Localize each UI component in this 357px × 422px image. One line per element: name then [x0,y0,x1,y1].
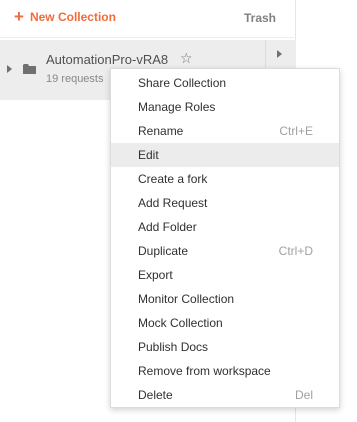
menu-item-label: Delete [138,388,173,402]
menu-item-remove-from-workspace[interactable]: Remove from workspace [111,359,339,383]
menu-item-publish-docs[interactable]: Publish Docs [111,335,339,359]
menu-item-shortcut: Del [294,388,313,402]
new-collection-button[interactable]: + New Collection [14,7,116,26]
menu-item-rename[interactable]: Rename Ctrl+E [111,119,339,143]
menu-item-label: Create a fork [138,172,208,186]
collection-request-count: 19 requests [46,73,104,85]
menu-item-label: Publish Docs [138,340,209,354]
collection-context-menu: Share Collection Manage Roles Rename Ctr… [110,68,340,408]
menu-item-label: Export [138,268,173,282]
menu-item-delete[interactable]: Delete Del [111,383,339,407]
menu-item-label: Remove from workspace [138,364,271,378]
menu-item-edit[interactable]: Edit [111,143,339,167]
menu-item-label: Add Request [138,196,208,210]
sidebar-toolbar: + New Collection Trash [0,0,296,38]
caret-right-icon[interactable] [7,65,12,73]
menu-item-label: Rename [138,124,184,138]
menu-item-label: Add Folder [138,220,197,234]
menu-item-monitor-collection[interactable]: Monitor Collection [111,287,339,311]
star-icon[interactable]: ☆ [180,50,193,67]
menu-item-label: Monitor Collection [138,292,235,306]
menu-item-label: Duplicate [138,244,189,258]
new-collection-label: New Collection [29,10,116,24]
menu-item-share-collection[interactable]: Share Collection [111,71,339,95]
menu-item-mock-collection[interactable]: Mock Collection [111,311,339,335]
chevron-right-icon[interactable] [277,50,282,58]
menu-item-duplicate[interactable]: Duplicate Ctrl+D [111,239,339,263]
menu-item-export[interactable]: Export [111,263,339,287]
menu-item-shortcut: Ctrl+E [279,124,313,138]
menu-item-add-request[interactable]: Add Request [111,191,339,215]
plus-icon: + [14,7,24,26]
menu-item-label: Mock Collection [138,316,223,330]
collection-name[interactable]: AutomationPro-vRA8 [46,52,168,67]
folder-icon [23,64,36,74]
menu-item-create-fork[interactable]: Create a fork [111,167,339,191]
menu-item-label: Edit [138,148,159,162]
menu-item-add-folder[interactable]: Add Folder [111,215,339,239]
menu-item-label: Share Collection [138,76,227,90]
menu-item-shortcut: Ctrl+D [278,244,313,258]
menu-item-label: Manage Roles [138,100,216,114]
trash-button[interactable]: Trash [244,11,276,25]
menu-item-manage-roles[interactable]: Manage Roles [111,95,339,119]
